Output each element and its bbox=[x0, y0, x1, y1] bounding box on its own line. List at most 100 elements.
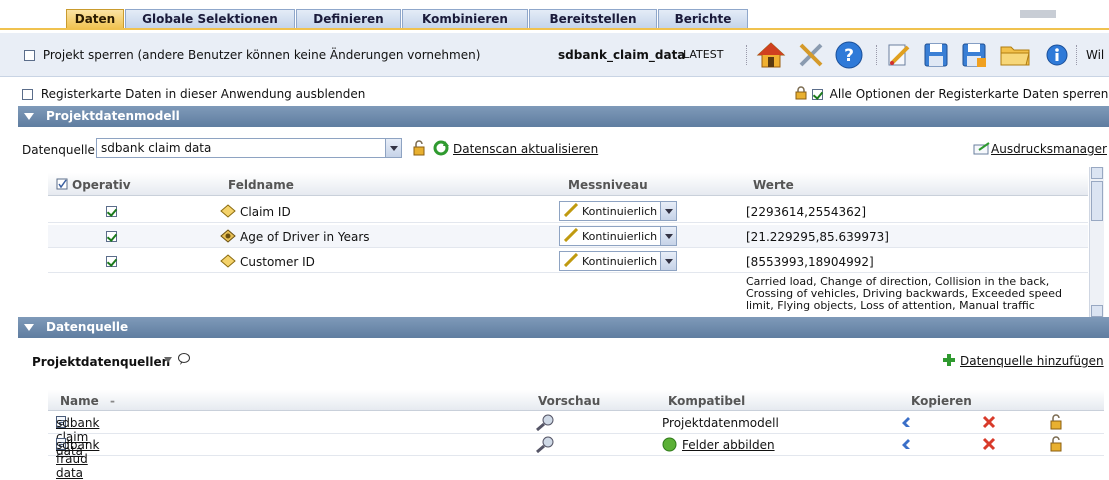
svg-text:?: ? bbox=[844, 46, 854, 66]
tab-kombinieren[interactable]: Kombinieren bbox=[402, 9, 528, 29]
datenquelle-header[interactable]: Datenquelle bbox=[18, 317, 1109, 338]
hide-tab-row: Registerkarte Daten in dieser Anwendung … bbox=[22, 87, 365, 101]
col-feldname[interactable]: Feldname bbox=[228, 178, 294, 192]
open-folder-icon[interactable] bbox=[998, 39, 1034, 71]
operative-checkbox[interactable] bbox=[106, 231, 117, 242]
field-row: Age of Driver in Years Kontinuierlich [2… bbox=[48, 225, 1088, 248]
chevron-down-icon[interactable] bbox=[660, 227, 676, 245]
separator bbox=[876, 45, 877, 65]
operative-checkbox[interactable] bbox=[106, 256, 117, 267]
chevron-down-icon[interactable] bbox=[385, 139, 401, 157]
col-werte[interactable]: Werte bbox=[753, 178, 794, 192]
project-sources-title: Projektdatenquellen bbox=[32, 355, 171, 369]
collapse-icon[interactable] bbox=[24, 324, 34, 331]
padlock-icon bbox=[794, 86, 808, 103]
col-operativ[interactable]: Operativ bbox=[72, 178, 131, 192]
field-name: Age of Driver in Years bbox=[240, 230, 370, 244]
help-icon[interactable]: ? bbox=[833, 39, 865, 71]
measure-select[interactable]: Kontinuierlich bbox=[559, 251, 677, 271]
plus-icon[interactable] bbox=[942, 353, 956, 370]
measure-select[interactable]: Kontinuierlich bbox=[559, 201, 677, 221]
measure-value: Kontinuierlich bbox=[582, 230, 658, 243]
measure-select[interactable]: Kontinuierlich bbox=[559, 226, 677, 246]
field-table-scrollbar[interactable] bbox=[1089, 167, 1104, 317]
tab-berichte[interactable]: Berichte bbox=[658, 9, 748, 29]
save-as-icon[interactable] bbox=[958, 39, 990, 71]
field-values: [2293614,2554362] bbox=[746, 205, 867, 219]
compatibility-text: Projektdatenmodell bbox=[662, 416, 779, 430]
col-preview: Vorschau bbox=[538, 394, 601, 408]
preview-icon[interactable] bbox=[534, 413, 556, 434]
separator bbox=[746, 45, 747, 65]
field-row-partial: Carried load, Change of direction, Colli… bbox=[48, 275, 1088, 315]
copy-icon[interactable] bbox=[900, 437, 912, 454]
hide-tab-checkbox[interactable] bbox=[22, 89, 33, 100]
scroll-up-button[interactable] bbox=[1091, 167, 1103, 179]
chevron-down-icon[interactable] bbox=[660, 202, 676, 220]
operative-checkbox[interactable] bbox=[106, 206, 117, 217]
lock-all-label: Alle Optionen der Registerkarte Daten sp… bbox=[829, 87, 1109, 101]
comment-icon[interactable] bbox=[177, 352, 191, 369]
refresh-datascan-link[interactable]: Datenscan aktualisieren bbox=[453, 142, 598, 156]
delete-icon[interactable] bbox=[982, 415, 996, 432]
unlock-icon[interactable] bbox=[1050, 436, 1062, 455]
select-all-icon[interactable] bbox=[56, 178, 68, 193]
col-name[interactable]: Name bbox=[60, 394, 99, 408]
tools-icon[interactable] bbox=[795, 39, 827, 71]
lock-all-row: Alle Optionen der Registerkarte Daten sp… bbox=[794, 86, 1108, 103]
measure-value: Kontinuierlich bbox=[582, 205, 658, 218]
status-dot-icon bbox=[662, 437, 677, 455]
section-title: Datenquelle bbox=[46, 320, 129, 334]
ruler-icon bbox=[563, 202, 579, 220]
unlock-icon[interactable] bbox=[1050, 414, 1062, 433]
tab-definieren[interactable]: Definieren bbox=[296, 9, 401, 29]
chevron-down-icon[interactable] bbox=[660, 252, 676, 270]
preview-icon[interactable] bbox=[534, 435, 556, 456]
save-icon[interactable] bbox=[920, 39, 952, 71]
ruler-icon bbox=[563, 252, 579, 270]
expression-manager-icon bbox=[972, 140, 992, 156]
edit-document-icon[interactable] bbox=[882, 39, 914, 71]
collapse-icon[interactable] bbox=[24, 113, 34, 120]
info-icon[interactable] bbox=[1044, 41, 1070, 69]
project-version: LATEST bbox=[683, 48, 724, 61]
section-title: Projektdatenmodell bbox=[46, 109, 180, 123]
col-messniveau[interactable]: Messniveau bbox=[568, 178, 648, 192]
projektdatenmodell-header[interactable]: Projektdatenmodell bbox=[18, 106, 1109, 127]
datasource-table-header: Name - Vorschau Kompatibel Kopieren bbox=[48, 390, 1104, 411]
expression-manager-link[interactable]: Ausdrucksmanager bbox=[991, 142, 1107, 156]
project-name: sdbank_claim_data bbox=[558, 48, 686, 62]
field-name: Claim ID bbox=[240, 205, 291, 219]
field-values: [8553993,18904992] bbox=[746, 255, 874, 269]
copy-icon[interactable] bbox=[900, 415, 912, 432]
field-type-icon bbox=[220, 229, 236, 246]
scroll-thumb[interactable] bbox=[1091, 181, 1103, 221]
ruler-icon bbox=[563, 227, 579, 245]
tab-bereitstellen[interactable]: Bereitstellen bbox=[529, 9, 657, 29]
tab-globale-selektionen[interactable]: Globale Selektionen bbox=[125, 9, 295, 29]
continuous-field-icon bbox=[220, 204, 236, 221]
tab-daten[interactable]: Daten bbox=[66, 9, 124, 29]
map-fields-link[interactable]: Felder abbilden bbox=[682, 438, 775, 452]
toolbar: Projekt sperren (andere Benutzer können … bbox=[0, 33, 1109, 77]
datasource-select-value: sdbank claim data bbox=[101, 141, 212, 155]
unlock-icon[interactable] bbox=[410, 138, 428, 158]
field-table-header: Operativ Feldname Messniveau Werte bbox=[48, 173, 1088, 196]
add-datasource-link[interactable]: Datenquelle hinzufügen bbox=[960, 354, 1104, 368]
separator bbox=[1076, 45, 1077, 65]
datasource-label: Datenquelle bbox=[22, 143, 95, 157]
truncated-toolbar-label: Wil bbox=[1086, 48, 1105, 62]
datasource-row: sdbank fraud data Felder abbilden bbox=[48, 434, 1104, 480]
dropdown-triangle-icon[interactable] bbox=[163, 354, 173, 368]
scroll-down-button[interactable] bbox=[1091, 305, 1103, 317]
delete-icon[interactable] bbox=[982, 437, 996, 454]
lock-project-checkbox[interactable] bbox=[24, 50, 35, 61]
col-copy: Kopieren bbox=[911, 394, 972, 408]
sort-indicator[interactable]: - bbox=[110, 394, 115, 408]
datasource-name-link[interactable]: sdbank fraud data bbox=[56, 438, 99, 480]
datasource-select[interactable]: sdbank claim data bbox=[96, 138, 402, 158]
datasource-row: sdbank claim data Projektdatenmodell bbox=[48, 412, 1104, 458]
refresh-icon[interactable] bbox=[432, 138, 450, 158]
home-icon[interactable] bbox=[755, 39, 787, 71]
lock-all-checkbox[interactable] bbox=[811, 89, 823, 100]
